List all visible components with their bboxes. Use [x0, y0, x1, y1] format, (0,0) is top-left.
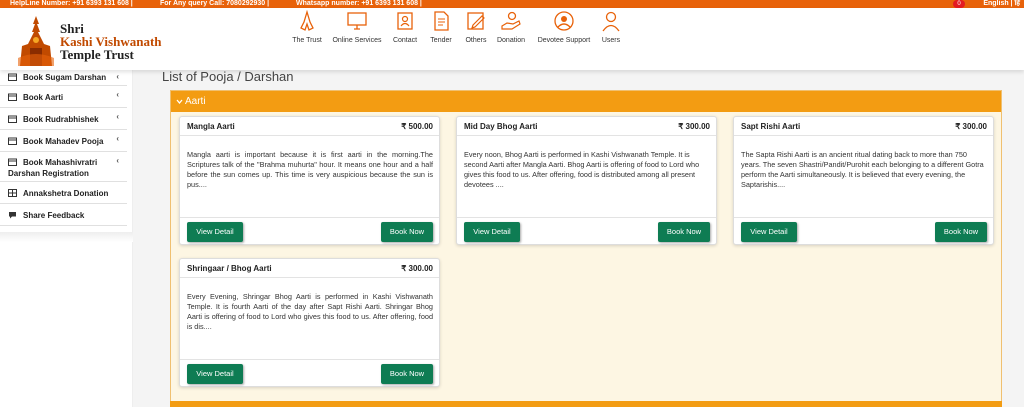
- site-logo[interactable]: Shri Kashi Vishwanath Temple Trust: [16, 12, 166, 70]
- nav-users[interactable]: Users: [598, 10, 624, 44]
- temple-logo-icon: [18, 16, 54, 66]
- calendar-icon: [8, 73, 17, 81]
- nav-tender[interactable]: Tender: [426, 10, 456, 44]
- calendar-icon: [8, 137, 17, 145]
- sidebar-divider: [0, 232, 133, 242]
- tender-document-icon: [434, 11, 449, 31]
- sidebar-item-book-rudrabhishek[interactable]: Book Rudrabhishek ‹: [0, 108, 127, 130]
- chevron-left-icon: ‹: [116, 72, 119, 81]
- calendar-icon: [8, 115, 17, 123]
- view-detail-button[interactable]: View Detail: [741, 222, 797, 242]
- aarti-card: Sapt Rishi Aarti ₹ 300.00 The Sapta Rish…: [733, 116, 994, 245]
- sidebar-item-book-mahashivratri[interactable]: Book Mahashivratri Darshan Registration …: [0, 152, 127, 182]
- card-price: ₹ 300.00: [955, 122, 987, 131]
- nav-contact[interactable]: Contact: [390, 10, 420, 44]
- site-header: Shri Kashi Vishwanath Temple Trust The T…: [0, 8, 1024, 70]
- card-price: ₹ 300.00: [678, 122, 710, 131]
- sidebar-item-annakshetra-donation[interactable]: Annakshetra Donation: [0, 182, 127, 204]
- card-description: Every noon, Bhog Aarti is performed in K…: [464, 150, 700, 189]
- card-price: ₹ 500.00: [401, 122, 433, 131]
- whatsapp-text: Whatsapp number: +91 6393 131 608 |: [296, 0, 422, 7]
- book-now-button[interactable]: Book Now: [658, 222, 710, 242]
- section-title: Aarti: [185, 96, 206, 107]
- card-price: ₹ 300.00: [401, 264, 433, 273]
- sidebar-item-book-sugam-darshan[interactable]: Book Sugam Darshan ‹: [0, 70, 127, 86]
- grid-icon: [8, 189, 17, 197]
- aarti-section: Aarti Mangla Aarti ₹ 500.00 Mangla aarti…: [170, 90, 1002, 407]
- nav-donation[interactable]: Donation: [494, 10, 528, 44]
- card-title: Mid Day Bhog Aarti: [464, 122, 538, 131]
- section-header-aarti[interactable]: Aarti: [171, 91, 1001, 112]
- chevron-down-icon: [176, 99, 183, 104]
- book-now-button[interactable]: Book Now: [935, 222, 987, 242]
- edit-note-icon: [467, 12, 485, 30]
- logo-line-3: Temple Trust: [60, 47, 134, 62]
- nav-devotee-support[interactable]: Devotee Support: [536, 10, 592, 44]
- card-title: Shringaar / Bhog Aarti: [187, 264, 272, 273]
- sidebar: Book Sugam Darshan ‹ Book Aarti ‹ Book R…: [0, 70, 133, 407]
- calendar-icon: [8, 158, 17, 166]
- sidebar-item-book-mahadev-pooja[interactable]: Book Mahadev Pooja ‹: [0, 130, 127, 152]
- book-now-button[interactable]: Book Now: [381, 222, 433, 242]
- card-title: Sapt Rishi Aarti: [741, 122, 801, 131]
- donation-hand-icon: [501, 11, 521, 30]
- aarti-card: Mangla Aarti ₹ 500.00 Mangla aarti is im…: [179, 116, 440, 245]
- aarti-card: Mid Day Bhog Aarti ₹ 300.00 Every noon, …: [456, 116, 717, 245]
- calendar-icon: [8, 93, 17, 101]
- chevron-left-icon: ‹: [116, 156, 119, 165]
- sidebar-item-share-feedback[interactable]: Share Feedback: [0, 204, 127, 226]
- chevron-left-icon: ‹: [116, 90, 119, 99]
- chat-bubble-icon: [9, 212, 16, 219]
- nav-online-services[interactable]: Online Services: [328, 10, 386, 44]
- page-title: List of Pooja / Darshan: [162, 69, 294, 84]
- card-description: Every Evening, Shringar Bhog Aarti is pe…: [187, 292, 433, 331]
- card-description: Mangla aarti is important because it is …: [187, 150, 433, 189]
- language-switch[interactable]: English | हिं: [983, 0, 1020, 8]
- aarti-card: Shringaar / Bhog Aarti ₹ 300.00 Every Ev…: [179, 258, 440, 387]
- namaste-hands-icon: [300, 10, 314, 31]
- nav-the-trust[interactable]: The Trust: [286, 10, 328, 44]
- support-agent-icon: [554, 11, 574, 31]
- chevron-left-icon: ‹: [116, 112, 119, 121]
- query-call-text: For Any query Call: 7080292930 |: [160, 0, 270, 7]
- card-title: Mangla Aarti: [187, 122, 235, 131]
- chevron-left-icon: ‹: [116, 134, 119, 143]
- view-detail-button[interactable]: View Detail: [187, 222, 243, 242]
- computer-monitor-icon: [347, 12, 367, 30]
- book-now-button[interactable]: Book Now: [381, 364, 433, 384]
- user-icon: [602, 11, 620, 32]
- next-section-header[interactable]: [170, 401, 1002, 407]
- card-description: The Sapta Rishi Aarti is an ancient ritu…: [741, 150, 984, 189]
- notification-badge[interactable]: 0: [953, 0, 965, 8]
- view-detail-button[interactable]: View Detail: [187, 364, 243, 384]
- contact-phone-icon: [397, 12, 413, 30]
- top-info-bar: HelpLine Number: +91 6393 131 608 | For …: [0, 0, 1024, 8]
- helpline-text: HelpLine Number: +91 6393 131 608 |: [10, 0, 133, 7]
- view-detail-button[interactable]: View Detail: [464, 222, 520, 242]
- nav-others[interactable]: Others: [461, 10, 491, 44]
- sidebar-item-book-aarti[interactable]: Book Aarti ‹: [0, 86, 127, 108]
